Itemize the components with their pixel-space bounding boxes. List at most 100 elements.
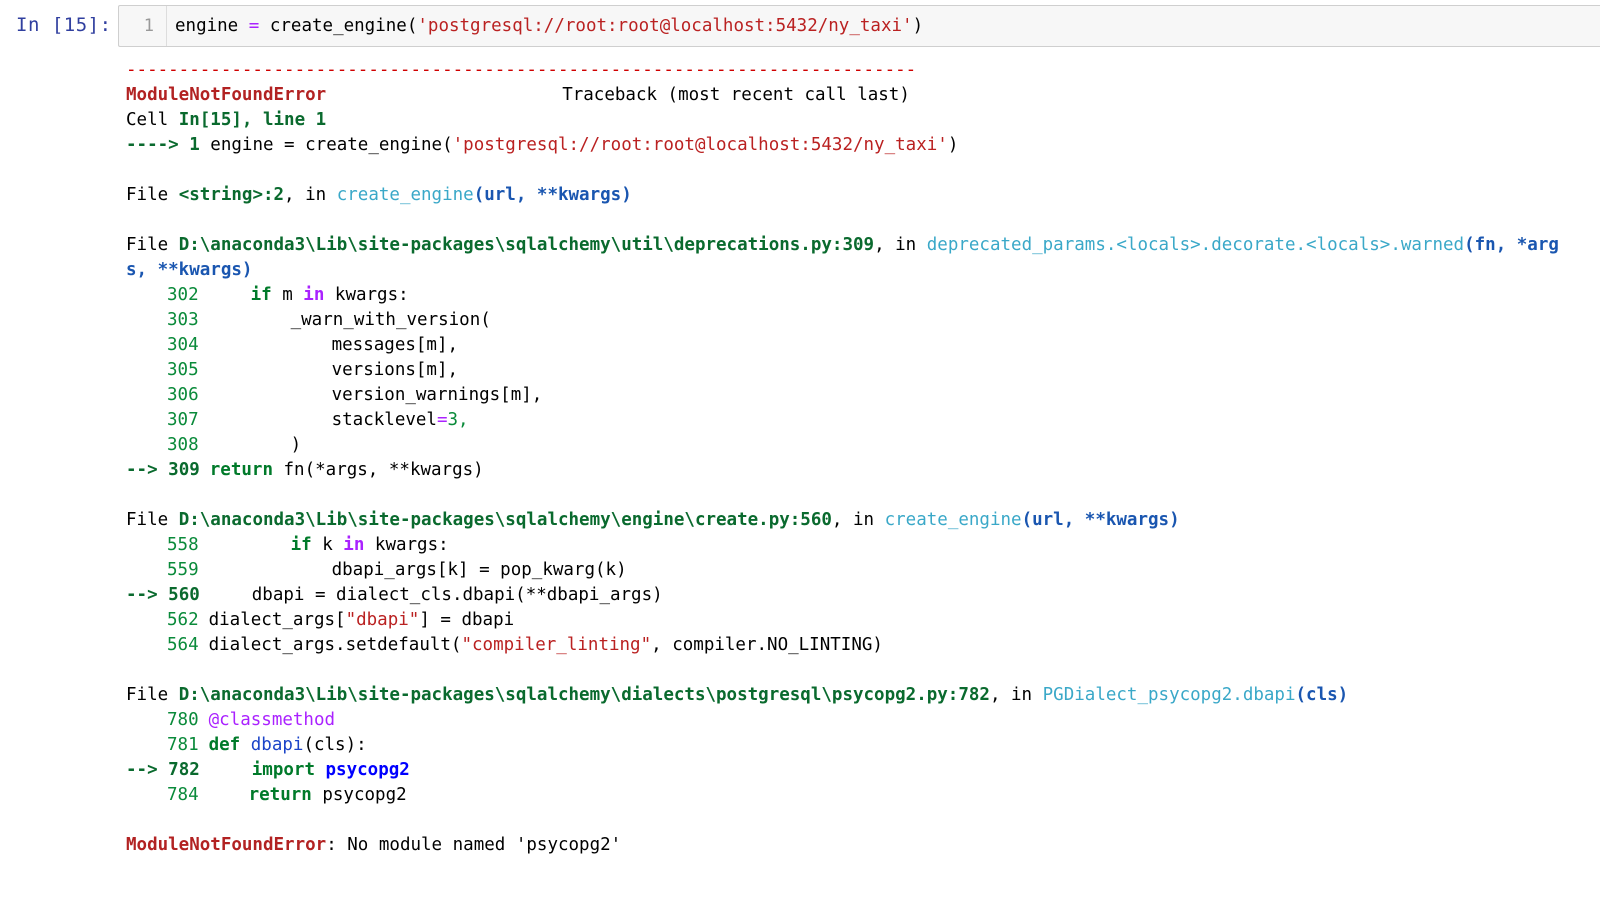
line-number: 1 — [119, 6, 167, 46]
func-name: deprecated_params.<locals>.decorate.<loc… — [926, 235, 1465, 255]
arrow-marker: --> — [126, 585, 169, 605]
code-text: ) — [290, 435, 302, 455]
code-text: psycopg2 — [311, 785, 407, 805]
func-name: create_engine — [336, 185, 474, 205]
func-args: (fn, *arg — [1464, 235, 1559, 255]
in-label: , in — [831, 510, 885, 530]
traceback-header: ModuleNotFoundError Traceback (most recen… — [126, 83, 1596, 108]
file-path: <string>:2 — [178, 185, 285, 205]
operator: = — [436, 410, 448, 430]
cell-ref-prefix: Cell — [126, 110, 179, 130]
line-number: 303 — [167, 310, 199, 330]
arrow-marker: --> — [126, 460, 169, 480]
cell-ref-string: 'postgresql://root:root@localhost:5432/n… — [452, 135, 948, 155]
final-error: ModuleNotFoundError: No module named 'ps… — [126, 833, 1596, 858]
file-path[interactable]: D:\anaconda3\Lib\site-packages\sqlalchem… — [179, 510, 832, 530]
line-number: 307 — [167, 410, 199, 430]
code-quote-close: ' — [902, 16, 913, 36]
line-number: 305 — [167, 360, 199, 380]
code-quote-open: ' — [417, 16, 428, 36]
input-prompt: In [15]: — [16, 14, 112, 36]
cell-ref-link[interactable]: In[15], line 1 — [179, 110, 327, 130]
func-args: (url, **kwargs) — [1021, 510, 1180, 530]
code-line: 304 messages[m], — [126, 333, 1596, 358]
func-name: PGDialect_psycopg2.dbapi — [1042, 685, 1296, 705]
code-editor[interactable]: 1 engine = create_engine('postgresql://r… — [118, 5, 1600, 47]
file-prefix: File — [126, 510, 179, 530]
line-number: 304 — [167, 335, 199, 355]
line-number: 558 — [167, 535, 199, 555]
code-text: versions[m], — [331, 360, 459, 380]
number: 3, — [447, 410, 469, 430]
keyword: return — [209, 460, 273, 480]
keyword: return — [248, 785, 312, 805]
func-args-wrap: s, **kwargs) — [126, 260, 253, 280]
frame-header: File D:\anaconda3\Lib\site-packages\sqla… — [126, 683, 1596, 708]
keyword: if — [250, 285, 272, 305]
code-text: kwargs: — [364, 535, 449, 555]
in-label: , in — [284, 185, 337, 205]
error-name: ModuleNotFoundError — [126, 85, 327, 105]
code-text: , compiler.NO_LINTING) — [651, 635, 883, 655]
code-text: m — [271, 285, 304, 305]
code-text: _warn_with_version( — [290, 310, 491, 330]
cell-ref-code: ----> 1 engine = create_engine('postgres… — [126, 133, 1596, 158]
arrow-marker: --> — [126, 760, 169, 780]
file-prefix: File — [126, 185, 179, 205]
code-text: dbapi = dialect_cls.dbapi(**dbapi_args) — [251, 585, 663, 605]
code-text: kwargs: — [324, 285, 409, 305]
arrow-marker: ----> 1 — [126, 135, 211, 155]
line-number: 780 — [167, 710, 199, 730]
function-name: dbapi — [240, 735, 304, 755]
line-number: 782 — [168, 760, 200, 780]
file-path[interactable]: D:\anaconda3\Lib\site-packages\sqlalchem… — [179, 235, 874, 255]
code-line: 784 return psycopg2 — [126, 783, 1596, 808]
code-line: 303 _warn_with_version( — [126, 308, 1596, 333]
cell-ref-code-a: engine = create_engine( — [210, 135, 453, 155]
func-args: (url, **kwargs) — [473, 185, 632, 205]
line-number: 781 — [167, 735, 199, 755]
code-text: version_warnings[m], — [331, 385, 543, 405]
line-number: 308 — [167, 435, 199, 455]
code-line: 564 dialect_args.setdefault("compiler_lin… — [126, 633, 1596, 658]
code-close: ) — [912, 16, 924, 36]
code-line: 559 dbapi_args[k] = pop_kwarg(k) — [126, 558, 1596, 583]
code-line: 558 if k in kwargs: — [126, 533, 1596, 558]
code-text: k — [311, 535, 344, 555]
line-number: 564 — [167, 635, 199, 655]
code-line-current: --> 560 dbapi = dialect_cls.dbapi(**dbapi… — [126, 583, 1596, 608]
line-number: 306 — [167, 385, 199, 405]
code-line: 780 @classmethod — [126, 708, 1596, 733]
cell-ref: Cell In[15], line 1 — [126, 108, 1596, 133]
code-text: fn(*args, **kwargs) — [272, 460, 484, 480]
frame-header-wrap: s, **kwargs) — [126, 258, 1596, 283]
string-literal: "dbapi" — [345, 610, 420, 630]
func-args: (cls) — [1295, 685, 1349, 705]
file-prefix: File — [126, 685, 179, 705]
code-line: 308) — [126, 433, 1596, 458]
frame-header: File D:\anaconda3\Lib\site-packages\sqla… — [126, 233, 1596, 258]
code-line: 302 if m in kwargs: — [126, 283, 1596, 308]
code-line: 562 dialect_args["dbapi"] = dbapi — [126, 608, 1596, 633]
func-name: create_engine — [884, 510, 1022, 530]
error-output: ----------------------------------------… — [126, 58, 1596, 858]
code-text: (cls): — [303, 735, 367, 755]
line-number: 562 — [167, 610, 199, 630]
code-url: postgresql://root:root@localhost:5432/ny… — [427, 16, 903, 36]
frame-header: File <string>:2, in create_engine(url, *… — [126, 183, 1596, 208]
error-name: ModuleNotFoundError — [126, 835, 327, 855]
code-text: ] = dbapi — [419, 610, 515, 630]
keyword: if — [290, 535, 312, 555]
decorator: @classmethod — [208, 710, 336, 730]
code-eq: = — [248, 16, 260, 36]
line-number: 302 — [167, 285, 199, 305]
traceback-separator: ----------------------------------------… — [126, 60, 917, 80]
code-line[interactable]: engine = create_engine('postgresql://roo… — [175, 6, 923, 46]
code-line: 781 def dbapi(cls): — [126, 733, 1596, 758]
keyword: def — [208, 735, 241, 755]
file-path[interactable]: D:\anaconda3\Lib\site-packages\sqlalchem… — [179, 685, 990, 705]
line-number: 784 — [167, 785, 199, 805]
code-lhs: engine — [175, 16, 249, 36]
code-text: messages[m], — [331, 335, 459, 355]
traceback-title: Traceback (most recent call last) — [562, 85, 910, 105]
